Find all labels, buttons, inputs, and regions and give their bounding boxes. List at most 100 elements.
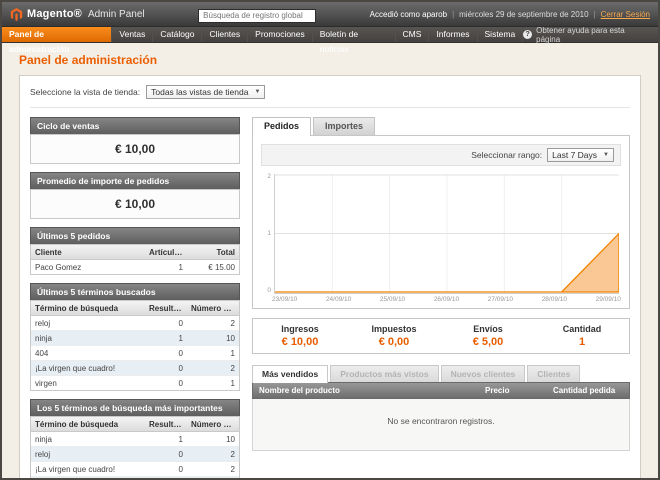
logo-subtext: Admin Panel: [88, 9, 145, 20]
table-row: ninja 1 10: [31, 331, 239, 346]
nav-item-catalogo[interactable]: Catálogo: [153, 27, 202, 42]
header-bar: Magento® Admin Panel Accedió como aparob…: [2, 2, 658, 26]
search-term-link[interactable]: ¡La virgen que cuadro!: [31, 462, 145, 476]
total-value: € 10,00: [253, 336, 347, 348]
column-header: Cantidad pedida: [547, 383, 629, 398]
tab-pedidos[interactable]: Pedidos: [252, 117, 311, 136]
tab-mas-vendidos[interactable]: Más vendidos: [252, 365, 328, 383]
chart-x-axis-labels: 23/09/1024/09/1025/09/1026/09/1027/09/10…: [272, 296, 621, 303]
chevron-down-icon: ▼: [254, 89, 260, 95]
logout-link[interactable]: Cerrar Sesión: [601, 10, 650, 19]
page-title: Panel de administración: [19, 53, 641, 67]
tab-clientes[interactable]: Clientes: [527, 365, 580, 382]
column-header: Número de usos: [187, 417, 239, 431]
column-header: Total: [187, 245, 239, 259]
range-value: Last 7 Days: [552, 150, 597, 160]
table-row: ¡La virgen que cuadro! 0 2: [31, 462, 239, 477]
chevron-down-icon: ▼: [603, 152, 609, 158]
empty-table-message: No se encontraron registros.: [252, 399, 630, 451]
total-value: € 0,00: [347, 336, 441, 348]
nav-item-clientes[interactable]: Clientes: [202, 27, 248, 42]
range-select[interactable]: Last 7 Days ▼: [547, 148, 614, 162]
order-total: € 15.00: [187, 260, 239, 274]
magento-logo-icon: [10, 8, 23, 21]
column-header: Resultados: [145, 417, 187, 431]
help-link[interactable]: Obtener ayuda para esta página: [536, 26, 650, 44]
separator: |: [452, 10, 454, 19]
total-value: € 5,00: [441, 336, 535, 348]
results-count: 0: [145, 346, 187, 360]
y-axis-tick-label: 2: [267, 174, 271, 180]
last-orders-table: Cliente Artículos Total Paco Gomez 1 € 1…: [30, 244, 240, 275]
uses-count: 2: [187, 462, 239, 476]
separator: |: [594, 10, 596, 19]
nav-item-sistema[interactable]: Sistema: [478, 27, 524, 42]
customer-link[interactable]: Paco Gomez: [31, 260, 145, 274]
table-row: reloj 0 2: [31, 316, 239, 331]
x-axis-tick-label: 27/09/10: [488, 296, 513, 303]
nav-item-cms[interactable]: CMS: [396, 27, 430, 42]
search-term-link[interactable]: ¡La virgen que cuadro!: [31, 361, 145, 375]
dashboard-container: Seleccione la vista de tienda: Todas las…: [19, 75, 641, 478]
chart-plot-row: 2 1 0: [261, 174, 621, 294]
table-row: ninja 1 10: [31, 432, 239, 447]
uses-count: 2: [187, 447, 239, 461]
x-axis-tick-label: 29/09/10: [596, 296, 621, 303]
tab-importes[interactable]: Importes: [313, 117, 375, 135]
total-label: Cantidad: [535, 324, 629, 334]
x-axis-tick-label: 26/09/10: [434, 296, 459, 303]
lifetime-sales-header: Ciclo de ventas: [30, 117, 240, 134]
column-header: Artículos: [145, 245, 187, 259]
results-count: 1: [145, 432, 187, 446]
tab-nuevos-clientes[interactable]: Nuevos clientes: [441, 365, 526, 382]
top-search-terms-table: Término de búsqueda Resultados Número de…: [30, 416, 240, 478]
search-term-link[interactable]: ninja: [31, 432, 145, 446]
search-term-link[interactable]: 404: [31, 477, 145, 478]
column-header: Resultados: [145, 301, 187, 315]
last-search-terms-rows: reloj 0 2 ninja 1 10: [31, 316, 239, 390]
table-row: 404 0 1: [31, 477, 239, 478]
search-term-link[interactable]: reloj: [31, 316, 145, 330]
chart-tabs: Pedidos Importes: [252, 117, 630, 135]
uses-count: 1: [187, 477, 239, 478]
uses-count: 10: [187, 331, 239, 345]
total-cantidad: Cantidad 1: [535, 324, 629, 348]
current-date: miércoles 29 de septiembre de 2010: [459, 10, 588, 19]
search-term-link[interactable]: ninja: [31, 331, 145, 345]
tab-productos-mas-vistos[interactable]: Productos más vistos: [330, 365, 438, 382]
table-row: 404 0 1: [31, 346, 239, 361]
range-label: Seleccionar rango:: [471, 150, 542, 160]
search-term-link[interactable]: virgen: [31, 376, 145, 390]
user-info: Accedió como aparob | miércoles 29 de se…: [370, 10, 650, 19]
nav-item-ventas[interactable]: Ventas: [112, 27, 153, 42]
nav-item-informes[interactable]: Informes: [429, 27, 477, 42]
range-row: Seleccionar rango: Last 7 Days ▼: [261, 144, 621, 166]
column-header: Número de usos: [187, 301, 239, 315]
orders-area-chart: [275, 174, 619, 293]
search-term-link[interactable]: 404: [31, 346, 145, 360]
results-count: 0: [145, 316, 187, 330]
store-view-select[interactable]: Todas las vistas de tienda ▼: [146, 85, 265, 99]
y-axis-tick-label: 1: [267, 231, 271, 237]
lifetime-sales-value: € 10,00: [30, 134, 240, 164]
page-help: ? Obtener ayuda para esta página: [523, 27, 658, 42]
total-value: 1: [535, 336, 629, 348]
store-view-label: Seleccione la vista de tienda:: [30, 87, 140, 97]
table-row: ¡La virgen que cuadro! 0 2: [31, 361, 239, 376]
total-impuestos: Impuestos € 0,00: [347, 324, 441, 348]
bottom-tabs: Más vendidos Productos más vistos Nuevos…: [252, 365, 630, 382]
uses-count: 1: [187, 376, 239, 390]
nav-item-boletin-de-noticias[interactable]: Boletín de noticias: [313, 27, 396, 42]
results-count: 0: [145, 447, 187, 461]
uses-count: 2: [187, 316, 239, 330]
search-term-link[interactable]: reloj: [31, 447, 145, 461]
nav-item-promociones[interactable]: Promociones: [248, 27, 313, 42]
global-search-input[interactable]: [198, 9, 316, 23]
nav-item-panel-de-administracion[interactable]: Panel de administración: [2, 27, 112, 42]
help-icon: ?: [523, 30, 532, 39]
nav-items: Panel de administración Ventas Catálogo …: [2, 27, 523, 42]
right-column: Pedidos Importes Seleccionar rango: Last…: [252, 117, 630, 478]
logo-text: Magento®: [27, 8, 82, 20]
y-axis-tick-label: 0: [267, 288, 271, 294]
results-count: 0: [145, 477, 187, 478]
